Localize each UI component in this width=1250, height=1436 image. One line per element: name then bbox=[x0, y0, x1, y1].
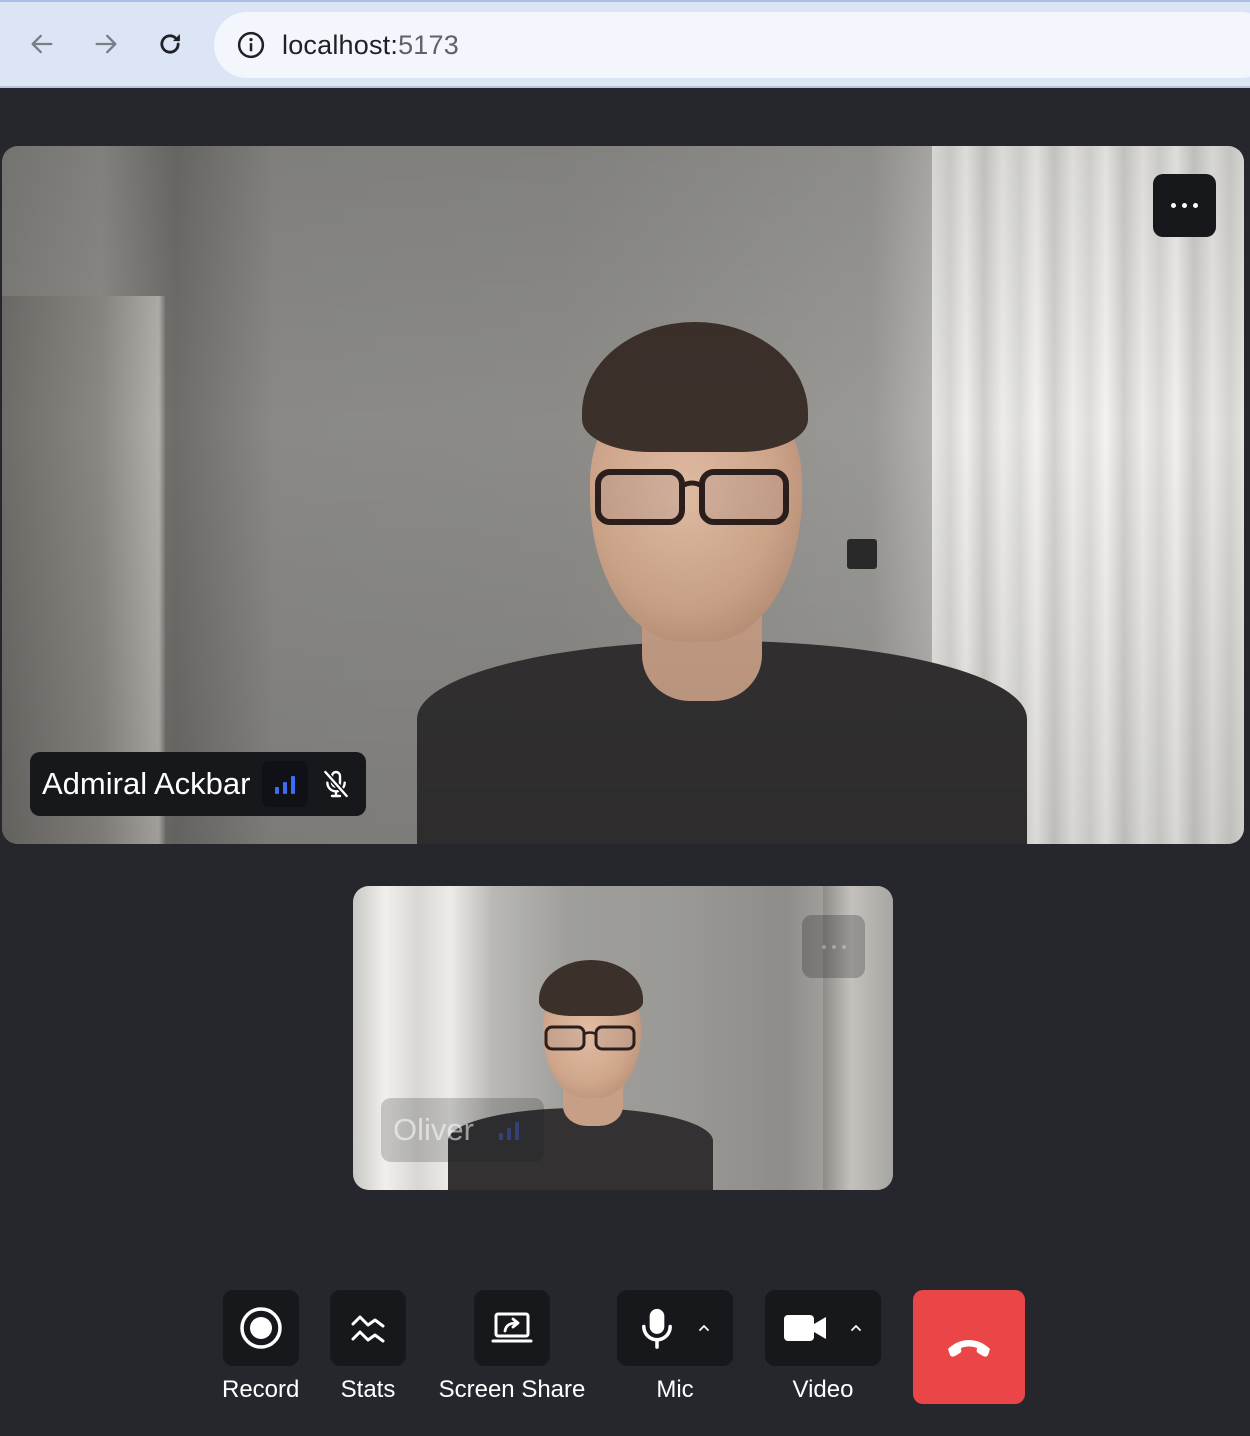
end-call-button[interactable] bbox=[913, 1290, 1025, 1404]
signal-icon bbox=[262, 761, 309, 807]
self-more-button[interactable] bbox=[802, 915, 865, 978]
main-name-tag: Admiral Ackbar bbox=[30, 752, 367, 816]
browser-toolbar: localhost:5173 bbox=[0, 0, 1250, 88]
forward-arrow-icon bbox=[95, 34, 117, 54]
self-name-tag: Oliver bbox=[381, 1098, 544, 1162]
stats-icon bbox=[351, 1315, 385, 1343]
stats-control: Stats bbox=[330, 1290, 406, 1404]
mic-icon bbox=[642, 1308, 672, 1349]
screen-share-icon bbox=[491, 1312, 533, 1343]
back-arrow-icon bbox=[31, 34, 53, 54]
record-control: Record bbox=[222, 1290, 299, 1404]
url-host: localhost: bbox=[282, 29, 399, 60]
mic-control: Mic bbox=[617, 1290, 733, 1404]
caret-up-icon[interactable] bbox=[849, 1321, 863, 1335]
address-bar[interactable]: localhost:5173 bbox=[214, 12, 1250, 78]
mic-off-icon bbox=[323, 770, 350, 798]
participant-name: Admiral Ackbar bbox=[42, 766, 251, 801]
stats-label: Stats bbox=[340, 1376, 396, 1403]
caret-up-icon[interactable] bbox=[697, 1321, 711, 1335]
back-button[interactable] bbox=[20, 22, 64, 66]
main-video-tile: Admiral Ackbar bbox=[2, 146, 1244, 844]
hang-up-icon bbox=[948, 1340, 990, 1357]
signal-icon bbox=[486, 1107, 532, 1153]
main-more-button[interactable] bbox=[1153, 174, 1216, 237]
more-icon bbox=[1171, 203, 1176, 208]
stats-button[interactable] bbox=[330, 1290, 406, 1366]
more-icon bbox=[821, 944, 826, 949]
url-text: localhost:5173 bbox=[282, 30, 459, 61]
record-label: Record bbox=[222, 1376, 300, 1403]
video-label: Video bbox=[792, 1376, 854, 1403]
reload-icon bbox=[160, 34, 180, 54]
info-icon[interactable] bbox=[236, 30, 266, 60]
screen-share-button[interactable] bbox=[474, 1290, 550, 1366]
reload-button[interactable] bbox=[148, 22, 192, 66]
screen-share-control: Screen Share bbox=[438, 1290, 586, 1404]
video-button[interactable] bbox=[765, 1290, 881, 1366]
mic-button[interactable] bbox=[617, 1290, 733, 1366]
participant-name: Oliver bbox=[393, 1112, 474, 1147]
screen-share-label: Screen Share bbox=[438, 1376, 586, 1403]
forward-button[interactable] bbox=[84, 22, 128, 66]
record-icon bbox=[239, 1307, 282, 1349]
self-video-tile: Oliver bbox=[353, 886, 893, 1190]
record-button[interactable] bbox=[222, 1290, 299, 1366]
url-port: 5173 bbox=[398, 29, 459, 60]
camera-icon bbox=[784, 1315, 826, 1341]
mic-label: Mic bbox=[656, 1376, 694, 1403]
video-control: Video bbox=[765, 1290, 881, 1404]
